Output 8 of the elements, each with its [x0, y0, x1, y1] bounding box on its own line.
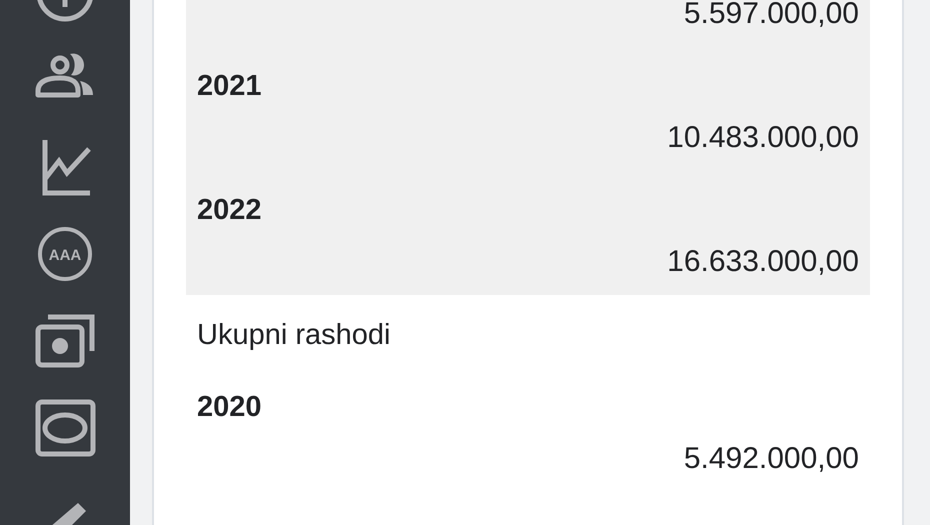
- section-title: Ukupni rashodi: [197, 318, 392, 353]
- amount-value: 10.483.000,00: [666, 120, 859, 156]
- amount-value: 5.492.000,00: [682, 441, 859, 477]
- amount-value: 5.597.000,00: [682, 0, 859, 32]
- year-label: 2020: [197, 390, 263, 425]
- amount-value: 16.633.000,00: [666, 244, 859, 280]
- year-label: 2021: [197, 69, 263, 104]
- year-label: 2022: [197, 193, 263, 228]
